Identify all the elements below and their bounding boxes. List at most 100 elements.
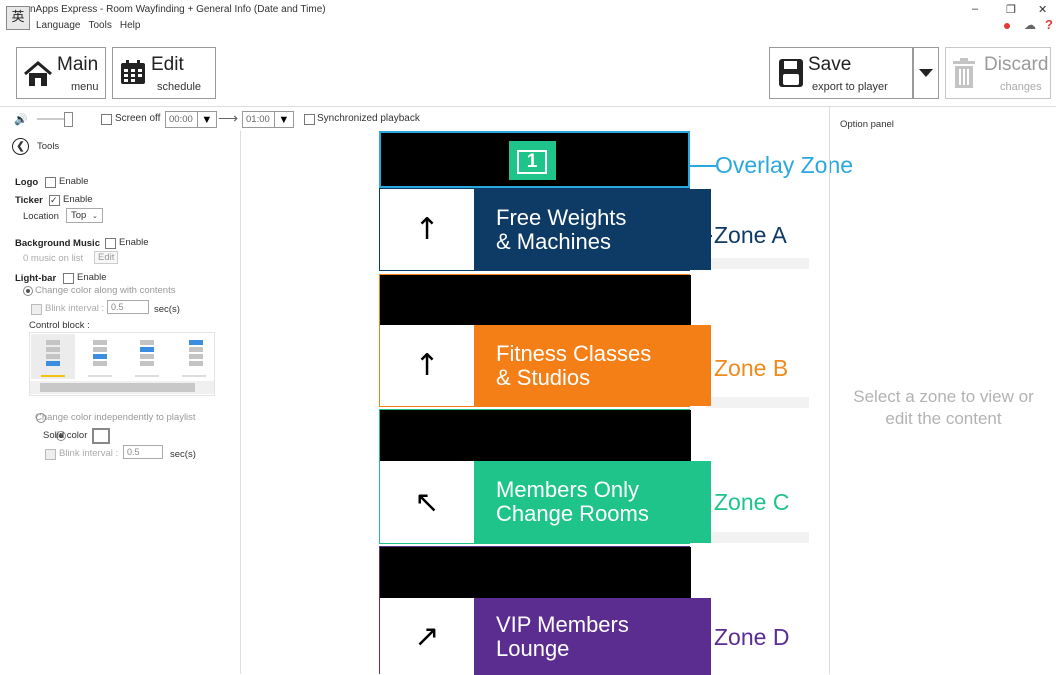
zone-d-label: VIP Members Lounge [474,598,711,675]
ticker-enable-label: Enable [63,194,93,205]
menu-help[interactable]: Help [120,20,141,31]
control-block-label: Control block : [29,320,90,331]
light-bar-enable-label: Enable [77,272,107,283]
main-menu-button[interactable]: Main menu [16,47,106,99]
change-along-radio[interactable] [23,286,33,297]
ghost-bar [706,258,809,269]
save-options-dropdown[interactable] [913,47,939,99]
logo-enable-label: Enable [59,176,89,187]
control-block-picker[interactable] [29,332,215,396]
end-time-value: 01:00 [246,114,270,125]
edit-schedule-label: Edit [151,54,184,75]
chevron-down-icon [919,69,933,77]
zone-b[interactable]: ↑ Fitness Classes & Studios [379,274,711,407]
zone-c[interactable]: ↖ Members Only Change Rooms [379,409,711,544]
zone-d-line2: Lounge [496,635,570,661]
save-sublabel: export to player [812,81,888,93]
ghost-bar [706,532,809,543]
control-block-option-3[interactable] [125,334,169,379]
option-panel-hint-line2: edit the content [885,409,1002,428]
solid-color-swatch[interactable] [92,428,110,444]
zone-c-label: Members Only Change Rooms [474,461,711,543]
close-button[interactable]: ✕ [1038,3,1047,16]
main-menu-sublabel: menu [71,81,99,93]
trash-icon [953,58,975,88]
collapse-tools-icon[interactable]: ❮ [12,138,29,155]
window-title: nApps Express - Room Wayfinding + Genera… [30,4,326,15]
blink-interval-input[interactable]: 0.5 [107,300,149,314]
synchronized-playback-checkbox[interactable] [304,114,315,125]
arrow-up-icon: ↑ [380,189,474,270]
ticker-label: Ticker [15,195,43,206]
home-icon [24,61,52,86]
change-independent-label: Change color independently to playlist [35,412,196,423]
zone-a-line2: & Machines [496,228,611,254]
control-block-option-4[interactable] [172,334,213,379]
title-bar: 英 nApps Express - Room Wayfinding + Gene… [0,0,1056,36]
start-time-select[interactable]: 00:00 ▼ [165,111,217,128]
logo-label: Logo [15,177,39,188]
option-panel-hint: Select a zone to view or edit the conten… [830,386,1056,430]
screen-off-checkbox[interactable] [101,114,112,125]
volume-icon[interactable]: 🔊 [14,113,28,126]
overlay-badge: 1 [509,141,556,180]
edit-schedule-sublabel: schedule [157,81,202,93]
menu-tools[interactable]: Tools [89,20,112,31]
zone-d-header [380,547,691,598]
background-music-checkbox[interactable] [105,238,116,249]
blink-interval-label: Blink interval : [45,303,105,314]
ticker-location-select[interactable]: Top ⌄ [66,208,103,223]
zone-d[interactable]: ↗ VIP Members Lounge [379,546,711,675]
menu-language[interactable]: Language [36,20,81,31]
menu-bar: Language Tools Help [36,20,140,31]
light-bar-checkbox[interactable] [63,273,74,284]
screen-off-label: Screen off [115,113,161,124]
save-button[interactable]: Save export to player [769,47,913,99]
discard-label: Discard [984,54,1049,75]
zone-a-leader-line [690,235,712,237]
solid-blink-input[interactable]: 0.5 [123,445,163,459]
zone-a[interactable]: ↑ Free Weights & Machines [379,188,711,271]
option-panel: Option panel Select a zone to view or ed… [829,107,1056,674]
scrollbar-thumb[interactable] [40,383,195,392]
background-music-enable-label: Enable [119,237,149,248]
edit-schedule-button[interactable]: Edit schedule [112,47,216,99]
zone-a-caption: Zone A [714,222,787,248]
synchronized-playback-label: Synchronized playback [317,113,420,124]
ime-indicator: 英 [6,6,30,30]
option-panel-title: Option panel [840,119,894,130]
arrow-up-icon: ↑ [380,325,474,406]
solid-blink-checkbox[interactable] [45,449,56,460]
zone-a-line1: Free Weights [496,204,627,230]
solid-blink-label: Blink interval : [59,448,119,459]
volume-slider-handle[interactable] [64,112,73,127]
end-time-select[interactable]: 01:00 ▼ [242,111,294,128]
save-disk-icon [779,59,803,87]
logo-enable-checkbox[interactable] [45,177,56,188]
blink-interval-unit: sec(s) [154,304,180,315]
calendar-icon [121,60,145,84]
zone-c-caption: Zone C [714,489,790,515]
help-icon[interactable]: ? [1045,17,1053,32]
restore-button[interactable]: ❐ [1006,3,1016,16]
zone-b-caption: Zone B [714,355,789,381]
minimize-button[interactable]: – [972,3,978,15]
zone-b-line1: Fitness Classes [496,340,652,366]
control-block-scrollbar[interactable] [30,381,214,394]
solid-blink-unit: sec(s) [170,449,196,460]
chevron-down-icon: ▼ [273,112,293,127]
control-block-option-1[interactable] [31,334,75,379]
cloud-icon[interactable]: ☁ [1024,18,1036,32]
main-menu-label: Main [57,54,99,75]
zone-b-label: Fitness Classes & Studios [474,325,711,406]
tools-header: Tools [37,141,60,152]
zone-c-line2: Change Rooms [496,501,649,526]
ticker-enable-checkbox[interactable] [49,195,60,206]
overlay-zone[interactable]: 1 [379,131,690,188]
discard-button[interactable]: Discard changes [945,47,1051,99]
blink-interval-checkbox[interactable] [31,304,42,315]
control-block-option-2[interactable] [78,334,122,379]
discard-sublabel: changes [1000,81,1042,93]
music-edit-button[interactable]: Edit [94,251,119,264]
start-time-value: 00:00 [169,114,193,125]
